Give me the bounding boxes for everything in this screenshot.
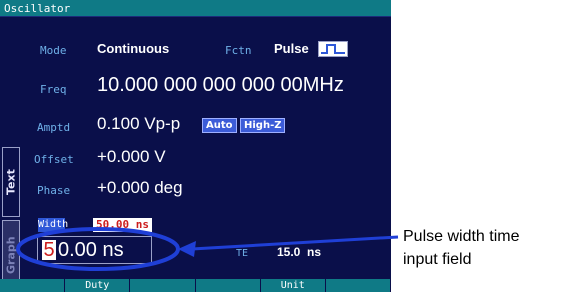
callout-arrowhead [178,241,196,257]
callout-line-1: Pulse width time [403,228,520,245]
callout-arrow-line [191,235,399,251]
callout-label: Pulse width time input field [403,225,561,271]
callout-ellipse [16,227,180,271]
callout-line-2: input field [403,251,472,268]
